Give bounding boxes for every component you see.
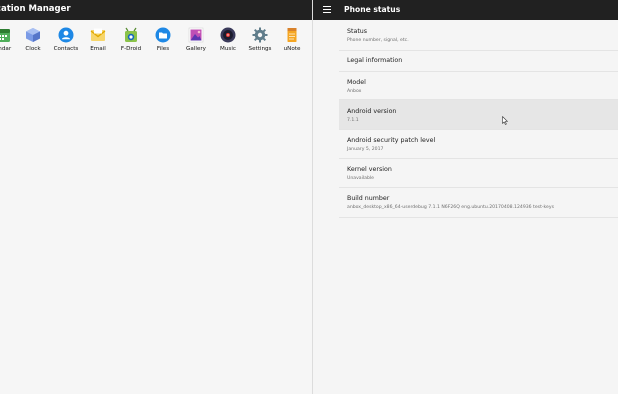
item-subtitle: Anbox	[347, 89, 362, 94]
files-icon	[155, 27, 171, 43]
item-subtitle: Unavailable	[347, 176, 375, 181]
app-clock[interactable]: Clock	[17, 27, 49, 57]
item-title: Kernel version	[347, 166, 392, 173]
legal-information-item[interactable]: Legal information	[339, 51, 618, 72]
security-patch-item: Android security patch level January 5, …	[339, 130, 618, 159]
unote-icon	[287, 28, 297, 42]
gallery-icon	[188, 27, 204, 43]
page-title: Phone status	[344, 5, 401, 14]
item-title: Status	[347, 28, 368, 35]
hamburger-icon[interactable]	[323, 6, 331, 14]
android-version-item[interactable]: Android version 7.1.1	[339, 100, 618, 130]
email-icon	[90, 28, 106, 41]
item-subtitle: 7.1.1	[347, 118, 359, 123]
app-grid: endar Clock Contacts	[0, 27, 312, 57]
item-title: Build number	[347, 195, 390, 202]
app-label: uNote	[283, 46, 301, 52]
app-email[interactable]: Email	[82, 27, 114, 57]
clock-icon	[26, 28, 40, 42]
contacts-icon	[58, 27, 74, 43]
left-title-bar: ication Manager	[0, 0, 312, 20]
app-gallery[interactable]: Gallery	[180, 27, 212, 57]
music-icon	[220, 27, 236, 43]
item-title: Android version	[347, 108, 397, 115]
item-title: Legal information	[347, 57, 403, 64]
phone-status-window: Phone status Status Phone number, signal…	[313, 0, 618, 394]
fdroid-icon	[125, 27, 137, 42]
app-fdroid[interactable]: F-Droid	[115, 27, 147, 57]
application-manager-window: ication Manager endar Clock	[0, 0, 312, 394]
calendar-icon	[0, 29, 10, 42]
item-subtitle: January 5, 2017	[347, 147, 384, 152]
status-item[interactable]: Status Phone number, signal, etc.	[339, 21, 618, 51]
kernel-version-item: Kernel version Unavailable	[339, 159, 618, 188]
right-title-bar: Phone status	[313, 0, 618, 20]
settings-icon	[252, 27, 268, 43]
app-music[interactable]: Music	[212, 27, 244, 57]
app-contacts[interactable]: Contacts	[50, 27, 82, 57]
build-number-item: Build number anbox_desktop_x86_64-userde…	[339, 188, 618, 218]
app-settings[interactable]: Settings	[244, 27, 276, 57]
mouse-cursor-icon	[502, 116, 508, 125]
item-title: Android security patch level	[347, 137, 436, 144]
model-item: Model Anbox	[339, 72, 618, 100]
item-subtitle: Phone number, signal, etc.	[347, 38, 409, 43]
left-window-title: ication Manager	[0, 4, 71, 14]
app-files[interactable]: Files	[147, 27, 179, 57]
item-subtitle: anbox_desktop_x86_64-userdebug 7.1.1 N6F…	[347, 205, 554, 210]
app-unote[interactable]: uNote	[276, 27, 308, 57]
item-title: Model	[347, 79, 366, 86]
